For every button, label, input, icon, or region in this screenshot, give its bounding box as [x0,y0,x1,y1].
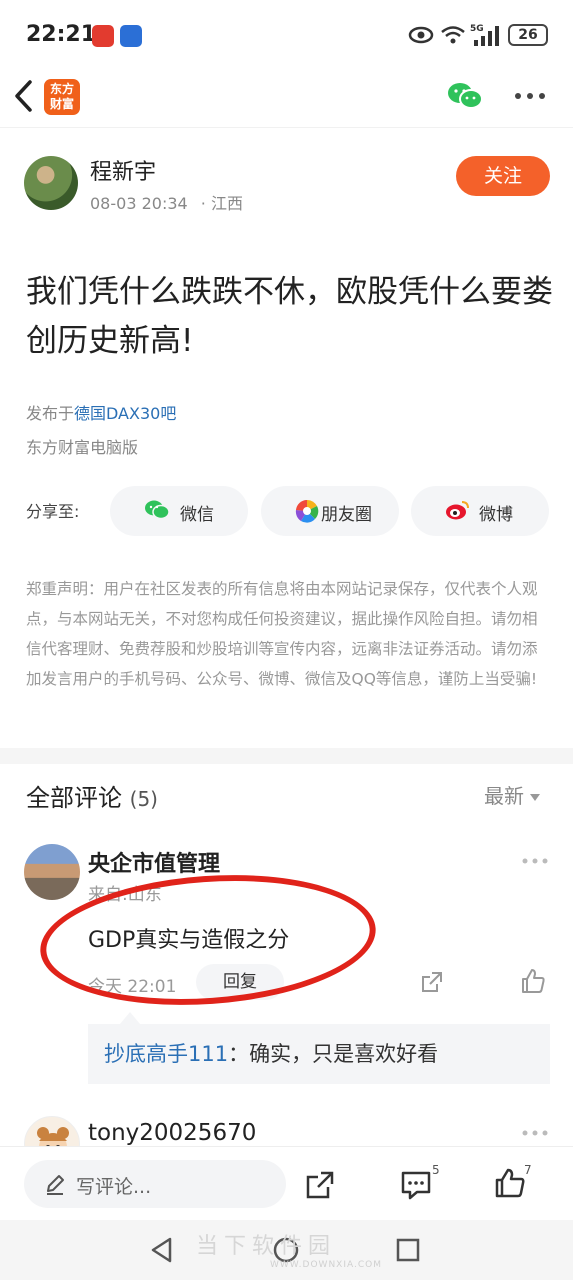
system-back-icon[interactable] [148,1236,176,1264]
comments-header: 全部评论 (5) [26,778,158,813]
status-bar: 22:21 5G 26 [0,0,573,70]
share-weibo-label: 微博 [479,505,513,525]
signal-icon: 5G [470,24,499,46]
top-nav-bar: 东方 财富 [0,70,573,128]
comment-input[interactable]: 写评论... [24,1160,286,1208]
more-options-icon[interactable] [514,92,546,100]
wifi-icon [441,26,465,44]
clock: 22:21 [26,22,97,47]
like-icon[interactable] [494,1167,526,1199]
network-type: 5G [470,24,484,34]
app-notification-icon [92,25,114,47]
comment-placeholder: 写评论... [76,1176,152,1198]
bottom-action-bar: 写评论... 5 7 [0,1146,573,1220]
app-notification-icon-2 [120,25,142,47]
post-title: 我们凭什么跌跌不休，欧股凭什么要娄创历史新高! [26,274,553,359]
back-arrow-icon[interactable] [10,76,40,116]
comment-more-icon-2[interactable] [522,1130,548,1136]
comment-icon[interactable] [400,1169,432,1201]
reply-author[interactable]: 抄底高手111 [104,1042,228,1066]
sort-dropdown[interactable]: 最新 [484,780,540,809]
nested-reply[interactable]: 抄底高手111：确实，只是喜欢好看 [88,1024,550,1084]
published-in: 发布于德国DAX30吧 [26,400,176,424]
logo-text-line1: 东方 [49,82,74,96]
watermark-text: 当下软件园 [196,1234,337,1259]
share-wechat-label: 微信 [180,505,214,525]
share-icon[interactable] [304,1169,336,1201]
author-avatar[interactable] [24,156,78,210]
logo-text-line2: 财富 [49,97,74,111]
commenter-name-2[interactable]: tony20025670 [88,1120,256,1146]
published-prefix: 发布于 [26,404,75,423]
reply-pointer [120,1012,140,1024]
post-date: 08-03 20:34 [90,194,188,213]
share-moments-label: 朋友圈 [321,505,372,525]
commenter-name[interactable]: 央企市值管理 [88,846,220,878]
system-recents-icon[interactable] [396,1238,420,1262]
reply-text: ：确实，只是喜欢好看 [228,1042,439,1066]
section-divider [0,748,573,764]
share-label: 分享至: [26,502,80,521]
comment-count: 5 [432,1163,440,1177]
disclaimer-text: 郑重声明：用户在社区发表的所有信息将由本网站记录保存，仅代表个人观点，与本网站无… [26,580,538,688]
post-location: · 江西 [200,194,243,213]
share-weibo-button[interactable]: 微博 [411,486,549,536]
comments-count: (5) [129,787,158,811]
watermark-url: WWW.DOWNXIA.COM [270,1260,382,1270]
weibo-icon [446,501,469,520]
comment-share-icon[interactable] [420,970,444,994]
commenter-avatar[interactable] [24,844,80,900]
moments-icon [295,499,319,523]
like-count: 7 [524,1163,532,1177]
system-navigation-bar: 当下软件园 WWW.DOWNXIA.COM [0,1220,573,1280]
forum-link[interactable]: 德国DAX30吧 [74,404,176,423]
wechat-share-icon[interactable] [446,80,484,112]
eye-icon [408,26,434,44]
comment-like-icon[interactable] [520,968,546,994]
eastmoney-logo[interactable]: 东方 财富 [44,79,80,115]
post-author: 程新宇 08-03 20:34 · 江西 关注 [24,150,550,220]
post-source: 东方财富电脑版 [26,438,139,457]
wechat-icon [145,500,170,520]
post-meta: 08-03 20:34 · 江西 [90,190,243,214]
follow-button[interactable]: 关注 [456,156,550,196]
sort-label: 最新 [484,784,524,808]
author-name[interactable]: 程新宇 [90,154,156,186]
pencil-icon [47,1175,64,1195]
caret-down-icon [530,794,540,801]
share-moments-button[interactable]: 朋友圈 [261,486,399,536]
comment-more-icon[interactable] [522,858,548,864]
comments-title: 全部评论 [26,784,122,812]
battery-indicator: 26 [508,24,548,46]
share-wechat-button[interactable]: 微信 [110,486,248,536]
